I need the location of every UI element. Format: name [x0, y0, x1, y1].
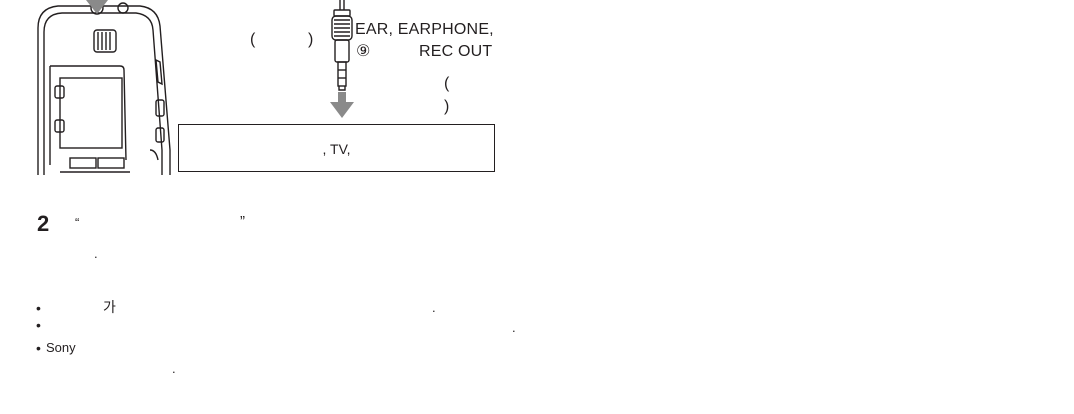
jack-label-line1: EAR, EARPHONE, [355, 21, 494, 38]
note-1-text: 가 [103, 299, 116, 315]
step-line2-period: . [94, 246, 98, 261]
note-1-period: . [432, 300, 436, 315]
step-open-quote: “ [75, 215, 80, 230]
left-open-paren: ( [250, 31, 256, 48]
note-2-period: . [512, 320, 516, 335]
right-open-paren: ( [444, 75, 450, 92]
note-3-period: . [172, 361, 176, 376]
external-device-label: , TV, [322, 141, 351, 157]
recorder-illustration [37, 0, 171, 175]
external-device-box: , TV, [178, 124, 495, 172]
step-close-quote: ” [240, 213, 245, 230]
plug-illustration [330, 0, 354, 118]
step-number: 2 [37, 211, 50, 236]
note-1-bullet: • [36, 300, 41, 316]
left-close-paren: ) [308, 31, 314, 48]
note-2-bullet: • [36, 317, 41, 333]
right-close-paren: ) [444, 98, 450, 115]
note-3-text: Sony [46, 340, 76, 355]
note-3-bullet: • [36, 340, 41, 356]
jack-label-line2: REC OUT [419, 43, 493, 60]
jack-symbol: ⑨ [356, 43, 371, 60]
